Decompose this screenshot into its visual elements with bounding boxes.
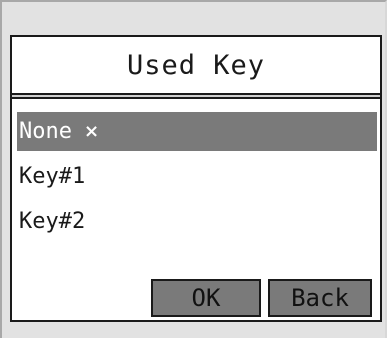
list-item-label: None <box>19 119 72 144</box>
close-icon: × <box>83 121 100 142</box>
key-list: None × Key#1 Key#2 <box>17 112 377 247</box>
device-screen: Used Key None × Key#1 Key#2 OK Back <box>0 0 387 338</box>
list-item-label: Key#1 <box>19 164 86 189</box>
ok-button[interactable]: OK <box>151 279 261 317</box>
title-separator <box>12 93 380 99</box>
used-key-dialog: Used Key None × Key#1 Key#2 OK Back <box>10 35 382 322</box>
list-item-label: Key#2 <box>19 209 86 234</box>
list-item-key1[interactable]: Key#1 <box>17 157 377 196</box>
dialog-title: Used Key <box>126 49 266 81</box>
list-item-none[interactable]: None × <box>17 112 377 151</box>
back-button[interactable]: Back <box>268 279 372 317</box>
list-item-key2[interactable]: Key#2 <box>17 202 377 241</box>
